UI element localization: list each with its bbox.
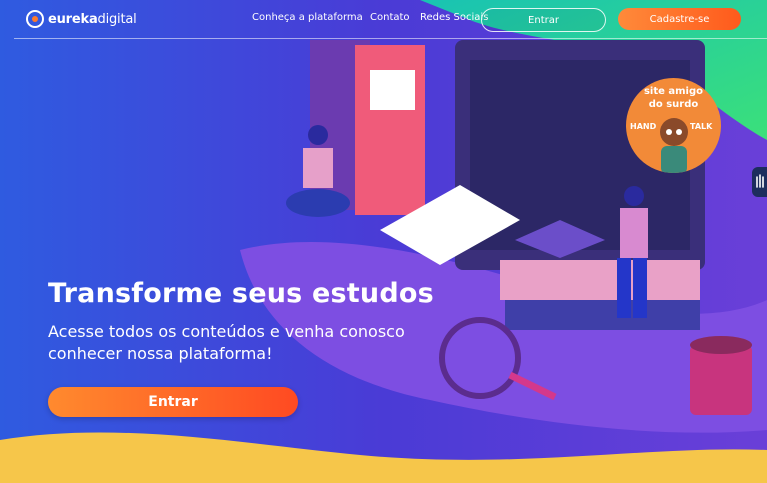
hand-icon (756, 174, 764, 188)
hand-talk-badge[interactable]: site amigo do surdo HAND TALK (626, 78, 721, 173)
accessibility-tab[interactable] (752, 167, 767, 197)
nav-link-redes-sociais[interactable]: Redes Sociais (420, 12, 488, 23)
badge-talk-text: TALK (690, 122, 713, 131)
hero-subtitle-line1: Acesse todos os conteúdos e venha conosc… (48, 322, 405, 341)
logo-icon (26, 10, 44, 28)
brand-logo[interactable]: eurekadigital (26, 9, 137, 29)
nav-link-contato[interactable]: Contato (370, 12, 410, 23)
login-button[interactable]: Entrar (481, 8, 606, 32)
hero-subtitle-line2: conhecer nossa plataforma! (48, 344, 273, 363)
badge-text-line1: site amigo (643, 86, 704, 97)
badge-hand-text: HAND (630, 122, 657, 131)
badge-text-line2: do surdo (648, 99, 699, 110)
signup-button[interactable]: Cadastre-se (618, 8, 741, 30)
logo-text: eurekadigital (48, 11, 137, 27)
hero-cta-button[interactable]: Entrar (48, 387, 298, 417)
hero-title: Transforme seus estudos (48, 278, 434, 309)
nav-link-conheca[interactable]: Conheça a plataforma (252, 12, 363, 23)
avatar-icon (660, 118, 688, 173)
